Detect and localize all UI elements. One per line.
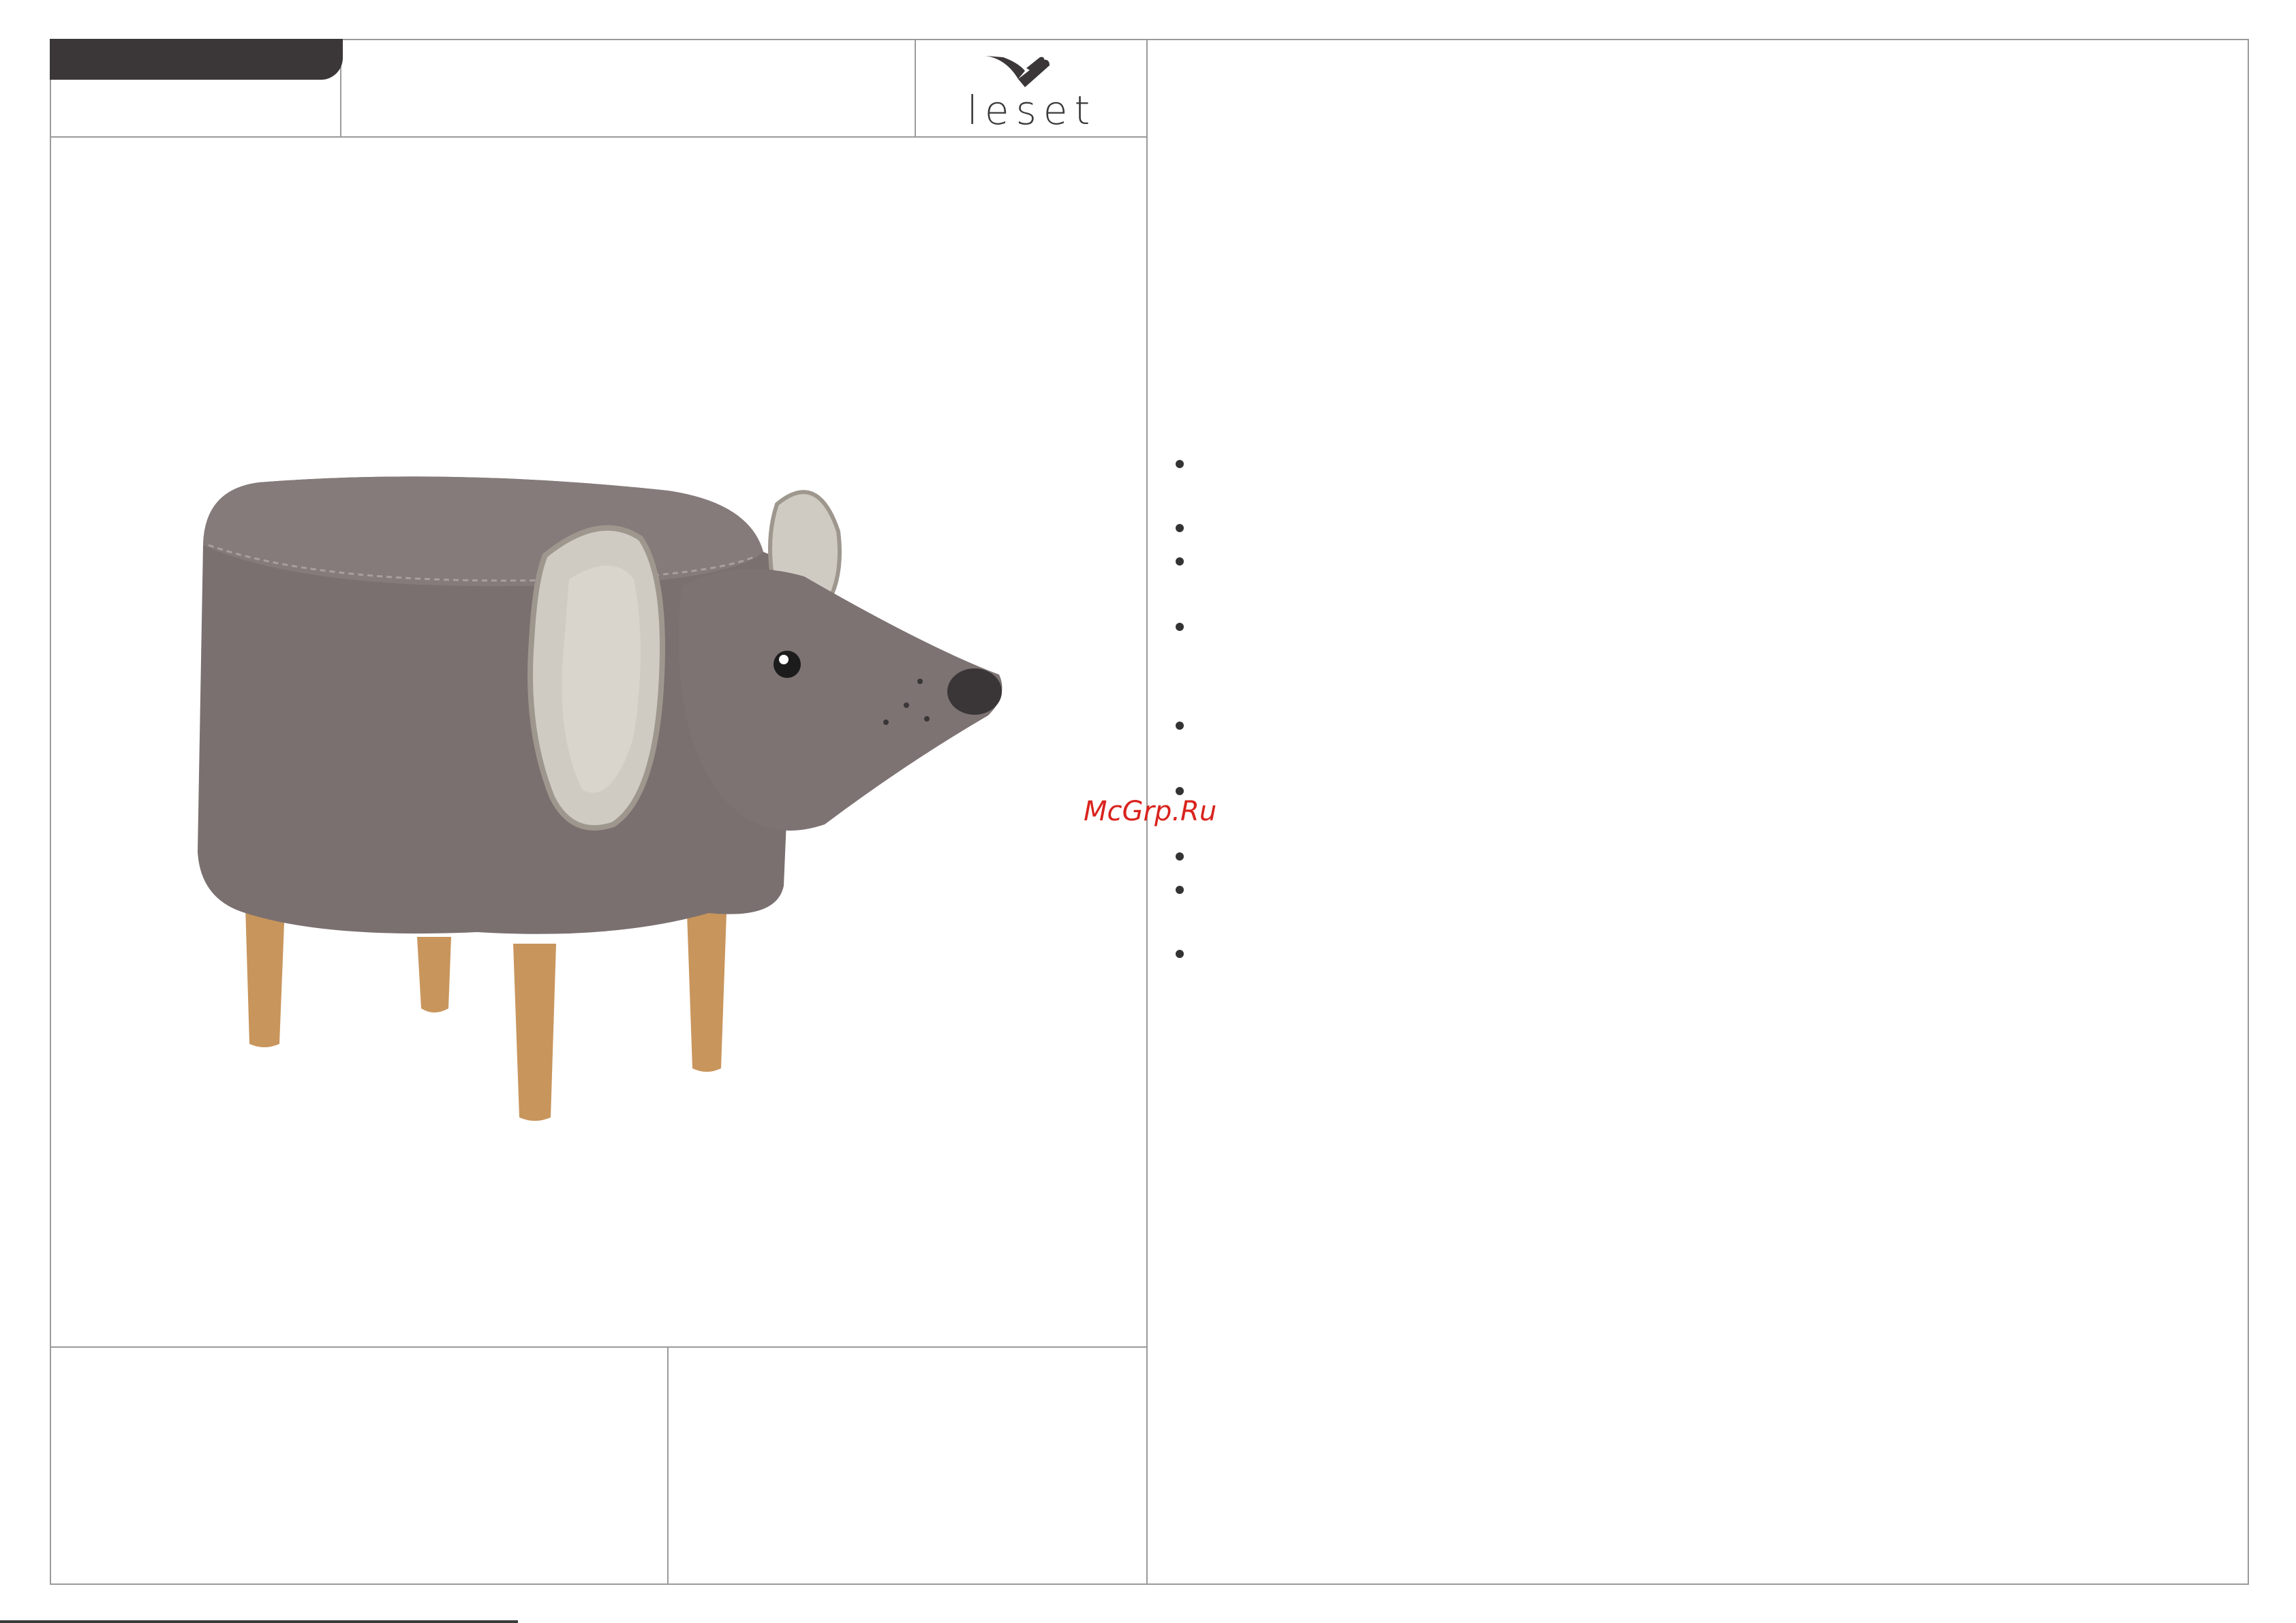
- spec-bullet-2: [1176, 524, 1184, 532]
- product-image: [198, 476, 1002, 1121]
- header-divider: [50, 136, 1147, 138]
- spec-bullet-5: [1176, 722, 1184, 730]
- spec-bullet-7: [1176, 852, 1184, 861]
- brand-logo: leset: [916, 40, 1148, 136]
- footer-cell-divider: [667, 1346, 669, 1585]
- spec-bullet-8: [1176, 886, 1184, 894]
- footer-divider: [50, 1346, 1147, 1348]
- header-tab: [50, 39, 343, 80]
- spec-bullet-3: [1176, 557, 1184, 566]
- spec-bullet-6: [1176, 787, 1184, 795]
- page-bottom-mark: [0, 1620, 518, 1623]
- spec-bullet-9: [1176, 950, 1184, 958]
- watermark-text: McGrp.Ru: [1084, 796, 1217, 827]
- spec-bullet-1: [1176, 460, 1184, 468]
- logo-text: leset: [966, 87, 1097, 134]
- spec-bullet-4: [1176, 623, 1184, 631]
